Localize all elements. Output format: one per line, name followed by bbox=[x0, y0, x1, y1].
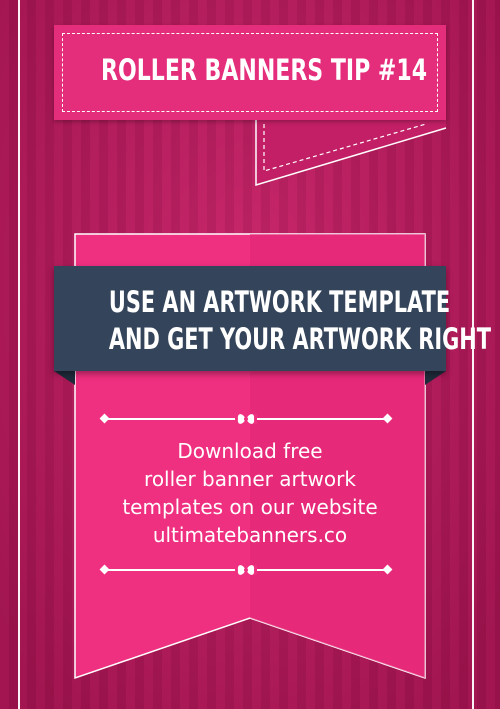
headline-band: USE AN ARTWORK TEMPLATE AND GET YOUR ART… bbox=[54, 266, 492, 371]
tip-banner-fold bbox=[256, 118, 446, 185]
bow-icon bbox=[235, 414, 257, 424]
diamond-icon bbox=[382, 413, 393, 424]
poster: ROLLER BANNERS TIP #14 USE AN ARTWORK TE… bbox=[0, 0, 500, 709]
headline-line-1: USE AN ARTWORK TEMPLATE bbox=[108, 285, 451, 319]
headline-line-2: AND GET YOUR ARTWORK RIGHT bbox=[108, 322, 492, 356]
body-text: Download free roller banner artwork temp… bbox=[76, 437, 424, 549]
body-line-3: templates on our website bbox=[122, 495, 378, 519]
diamond-icon bbox=[382, 564, 393, 575]
bow-icon bbox=[235, 565, 257, 575]
headline-text: USE AN ARTWORK TEMPLATE AND GET YOUR ART… bbox=[108, 284, 492, 358]
diamond-icon bbox=[99, 413, 110, 424]
tip-banner: ROLLER BANNERS TIP #14 bbox=[54, 25, 446, 120]
headline-fold-right bbox=[425, 371, 446, 385]
headline-fold-left bbox=[54, 371, 75, 385]
divider-top bbox=[99, 412, 393, 426]
tip-banner-title: ROLLER BANNERS TIP #14 bbox=[101, 53, 428, 87]
divider-bottom bbox=[99, 563, 393, 577]
website-text: ultimatebanners.co bbox=[152, 523, 348, 547]
diamond-icon bbox=[99, 564, 110, 575]
body-line-1: Download free bbox=[177, 439, 323, 463]
body-line-2: roller banner artwork bbox=[144, 467, 356, 491]
